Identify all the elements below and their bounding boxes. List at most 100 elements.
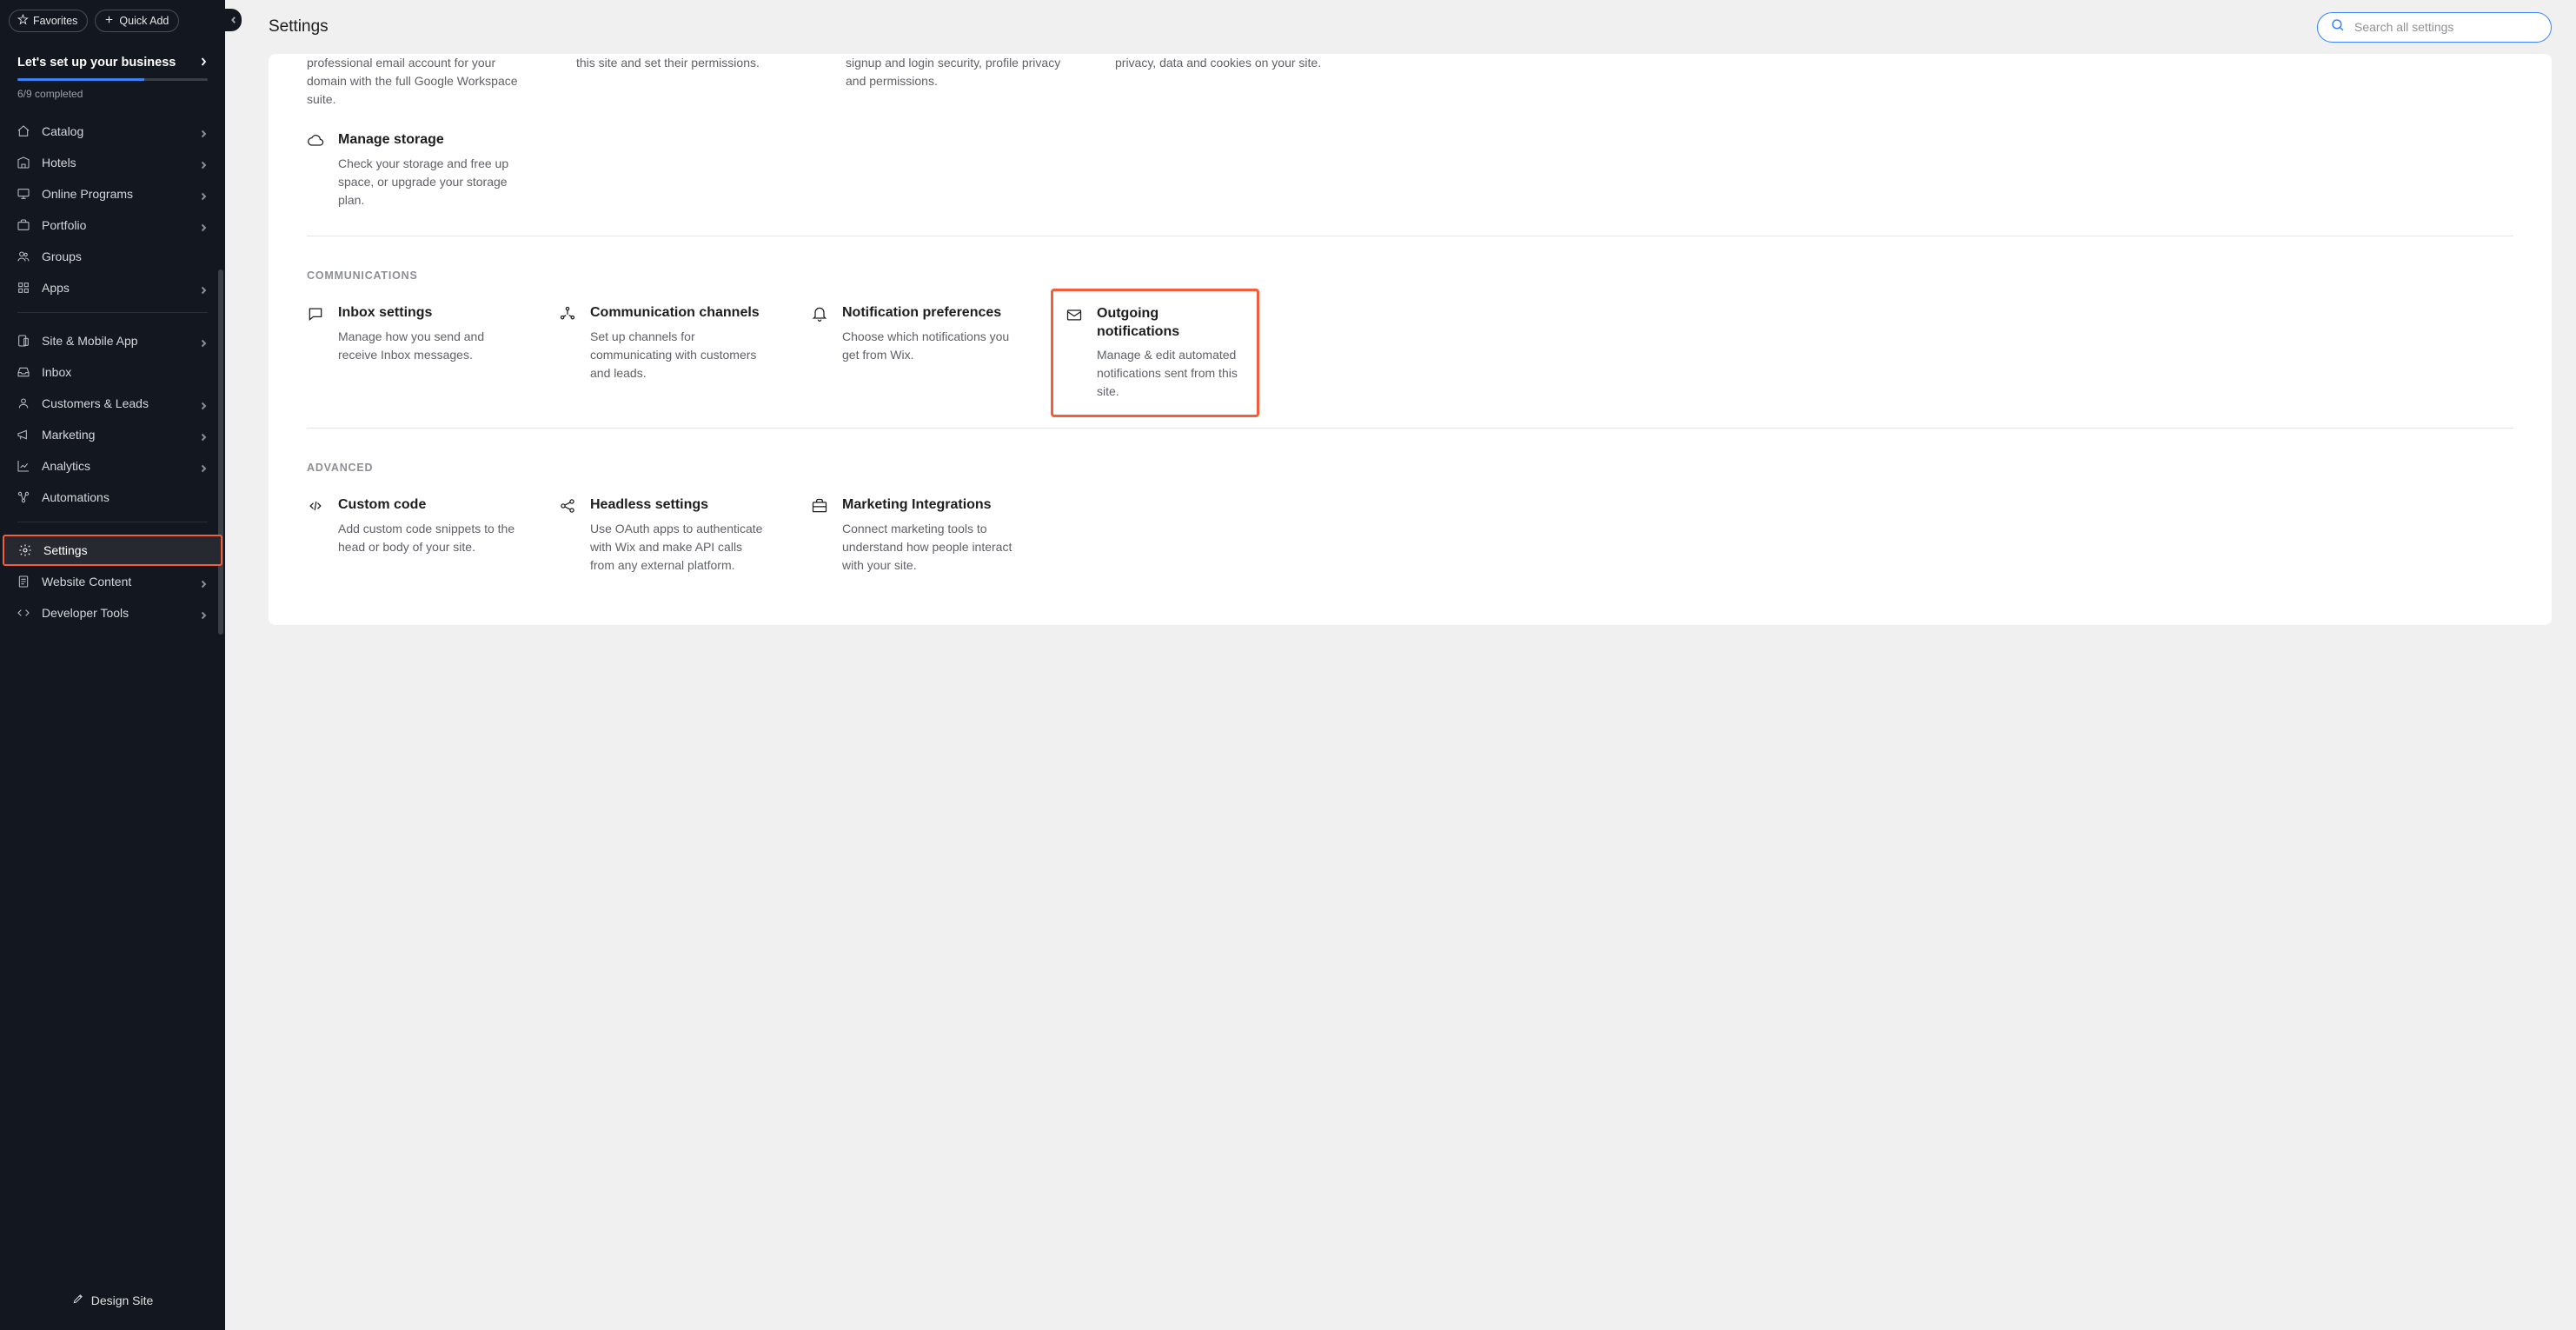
card-desc: Manage how you send and receive Inbox me…	[338, 328, 515, 364]
nav-label: Customers & Leads	[42, 396, 189, 410]
search-container[interactable]	[2317, 12, 2552, 43]
briefcase-icon	[16, 217, 31, 233]
partial-cards-row: professional email account for your doma…	[307, 54, 2513, 131]
grid-icon	[16, 280, 31, 296]
progress-text: 6/9 completed	[17, 88, 208, 100]
card-desc: Manage & edit automated notifications se…	[1097, 346, 1245, 401]
nav-label: Automations	[42, 490, 208, 504]
card-outgoing-notifications[interactable]: Outgoing notificationsManage & edit auto…	[1051, 289, 1259, 418]
card-title: Marketing Integrations	[842, 496, 1019, 515]
nav-item-site-mobile-app[interactable]: Site & Mobile App	[0, 325, 225, 356]
nav-label: Groups	[42, 249, 208, 263]
favorites-label: Favorites	[33, 15, 77, 27]
nav-label: Settings	[43, 543, 206, 557]
nav-label: Developer Tools	[42, 606, 189, 620]
cloud-icon	[307, 132, 324, 150]
card-title: Inbox settings	[338, 304, 515, 323]
quick-add-button[interactable]: Quick Add	[95, 10, 179, 32]
nav-item-portfolio[interactable]: Portfolio	[0, 209, 225, 241]
nav-item-customers-leads[interactable]: Customers & Leads	[0, 388, 225, 419]
card-marketing-integrations[interactable]: Marketing Integrations Connect marketing …	[811, 496, 1019, 575]
nav-item-marketing[interactable]: Marketing	[0, 419, 225, 450]
card-title: Headless settings	[590, 496, 767, 515]
chevron-right-icon	[199, 221, 208, 229]
card-inbox-settings[interactable]: Inbox settings Manage how you send and re…	[307, 304, 515, 402]
nav-item-analytics[interactable]: Analytics	[0, 450, 225, 482]
nav-item-apps[interactable]: Apps	[0, 272, 225, 303]
content-scroll[interactable]: professional email account for your doma…	[225, 54, 2576, 1330]
card-title: Manage storage	[338, 131, 515, 150]
chevron-right-icon	[199, 336, 208, 345]
card-desc: Connect marketing tools to understand ho…	[842, 520, 1019, 575]
nav-label: Apps	[42, 281, 189, 295]
nav-label: Catalog	[42, 124, 189, 138]
card-desc: Add custom code snippets to the head or …	[338, 520, 515, 556]
share-icon	[559, 305, 576, 323]
nav-label: Marketing	[42, 428, 189, 442]
person-icon	[16, 396, 31, 411]
chevron-left-icon	[230, 12, 237, 28]
topbar: Settings	[225, 0, 2576, 54]
chevron-right-icon	[199, 127, 208, 136]
tag-icon	[16, 123, 31, 139]
nav-label: Hotels	[42, 156, 189, 170]
nav-item-groups[interactable]: Groups	[0, 241, 225, 272]
favorites-button[interactable]: Favorites	[9, 10, 88, 32]
mail-icon	[1066, 306, 1083, 323]
card-desc: Use OAuth apps to authenticate with Wix …	[590, 520, 767, 575]
nav-item-settings[interactable]: Settings	[3, 535, 222, 566]
plus-icon	[103, 14, 115, 28]
chat-icon	[307, 305, 324, 323]
chevron-right-icon	[199, 190, 208, 198]
nav-label: Website Content	[42, 575, 189, 589]
card-member-security[interactable]: signup and login security, profile priva…	[846, 54, 1072, 109]
card-headless-settings[interactable]: Headless settings Use OAuth apps to authe…	[559, 496, 767, 575]
chevron-right-icon	[199, 608, 208, 617]
search-icon	[2330, 17, 2346, 37]
card-manage-storage[interactable]: Manage storage Check your storage and fr…	[307, 131, 515, 209]
nav-item-website-content[interactable]: Website Content	[0, 566, 225, 597]
storage-row: Manage storage Check your storage and fr…	[307, 131, 2513, 236]
nav-item-inbox[interactable]: Inbox	[0, 356, 225, 388]
chevron-right-icon	[199, 430, 208, 439]
code-icon	[16, 605, 31, 621]
card-privacy[interactable]: privacy, data and cookies on your site.	[1115, 54, 1341, 109]
design-site-button[interactable]: Design Site	[0, 1284, 225, 1316]
nav-group-settings: Settings Website Content Developer Tools	[0, 531, 225, 628]
advanced-cards-row: Custom codeAdd custom code snippets to t…	[307, 496, 2513, 601]
quick-add-label: Quick Add	[119, 15, 169, 27]
card-custom-code[interactable]: Custom codeAdd custom code snippets to t…	[307, 496, 515, 575]
card-email[interactable]: professional email account for your doma…	[307, 54, 533, 109]
chevron-right-icon	[199, 399, 208, 408]
nav-item-automations[interactable]: Automations	[0, 482, 225, 513]
card-communication-channels[interactable]: Communication channelsSet up channels fo…	[559, 304, 767, 402]
nav-group-workspace: Catalog Hotels Online Programs Portfolio Gro…	[0, 112, 225, 303]
card-desc: privacy, data and cookies on your site.	[1115, 54, 1341, 72]
card-desc: signup and login security, profile priva…	[846, 54, 1072, 90]
nav-item-hotels[interactable]: Hotels	[0, 147, 225, 178]
nav-item-developer-tools[interactable]: Developer Tools	[0, 597, 225, 628]
nav-item-catalog[interactable]: Catalog	[0, 116, 225, 147]
card-roles[interactable]: this site and set their permissions.	[576, 54, 802, 109]
chevron-right-icon	[199, 158, 208, 167]
monitor-icon	[16, 186, 31, 202]
headless-icon	[559, 497, 576, 515]
sidebar-top-actions: Favorites Quick Add	[0, 0, 225, 42]
card-notification-preferences[interactable]: Notification preferencesChoose which not…	[811, 304, 1019, 402]
search-input[interactable]	[2354, 20, 2539, 34]
megaphone-icon	[16, 427, 31, 442]
chevron-right-icon	[199, 462, 208, 470]
communications-cards-row: Inbox settings Manage how you send and re…	[307, 304, 2513, 429]
nav-label: Online Programs	[42, 187, 189, 201]
nav-item-online-programs[interactable]: Online Programs	[0, 178, 225, 209]
card-desc: this site and set their permissions.	[576, 54, 802, 72]
inbox-icon	[16, 364, 31, 380]
pencil-icon	[72, 1293, 84, 1307]
flow-icon	[16, 489, 31, 505]
nav-label: Analytics	[42, 459, 189, 473]
progress-fill	[17, 78, 144, 81]
card-title: Communication channels	[590, 304, 767, 323]
section-heading-advanced: Advanced	[307, 429, 2513, 496]
nav-label: Site & Mobile App	[42, 334, 189, 348]
setup-progress-block[interactable]: Let's set up your business 6/9 completed	[0, 42, 225, 112]
